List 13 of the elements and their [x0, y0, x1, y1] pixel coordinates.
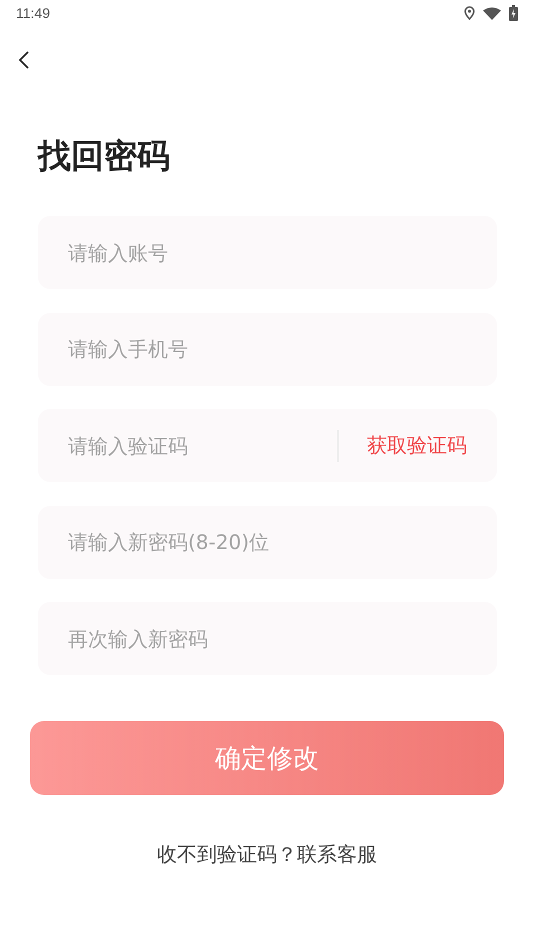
status-time: 11:49	[16, 5, 50, 21]
confirm-button[interactable]: 确定修改	[30, 721, 504, 795]
help-link[interactable]: 收不到验证码？联系客服	[157, 841, 377, 868]
battery-icon	[509, 5, 518, 21]
input-field[interactable]: 请输入手机号	[38, 312, 497, 386]
password-field[interactable]: 请输入新密码(8-20)位	[38, 506, 497, 578]
input-field[interactable]: 请输入账号	[38, 216, 497, 289]
wifi-icon	[483, 6, 501, 20]
page-title: 找回密码	[38, 135, 171, 177]
get-code-button[interactable]: 获取验证码	[367, 432, 467, 459]
password-field[interactable]: 再次输入新密码	[38, 602, 497, 675]
code-input-field[interactable]: 请输入验证码	[68, 434, 337, 458]
location-icon	[464, 6, 475, 20]
